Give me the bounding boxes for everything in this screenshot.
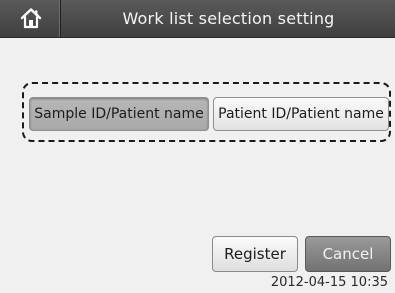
- worklist-selection-group: Sample ID/Patient name Patient ID/Patien…: [22, 82, 391, 142]
- home-button[interactable]: [0, 0, 61, 37]
- option-patient-id-patient-name[interactable]: Patient ID/Patient name: [213, 97, 389, 131]
- option-sample-id-patient-name[interactable]: Sample ID/Patient name: [29, 97, 209, 131]
- title-bar: Work list selection setting: [0, 0, 395, 38]
- home-icon: [20, 8, 42, 29]
- datetime-display: 2012-04-15 10:35: [270, 275, 388, 290]
- cancel-button[interactable]: Cancel: [305, 236, 391, 272]
- screen: Work list selection setting Sample ID/Pa…: [0, 0, 395, 293]
- page-title: Work list selection setting: [122, 9, 335, 28]
- register-button[interactable]: Register: [212, 236, 298, 272]
